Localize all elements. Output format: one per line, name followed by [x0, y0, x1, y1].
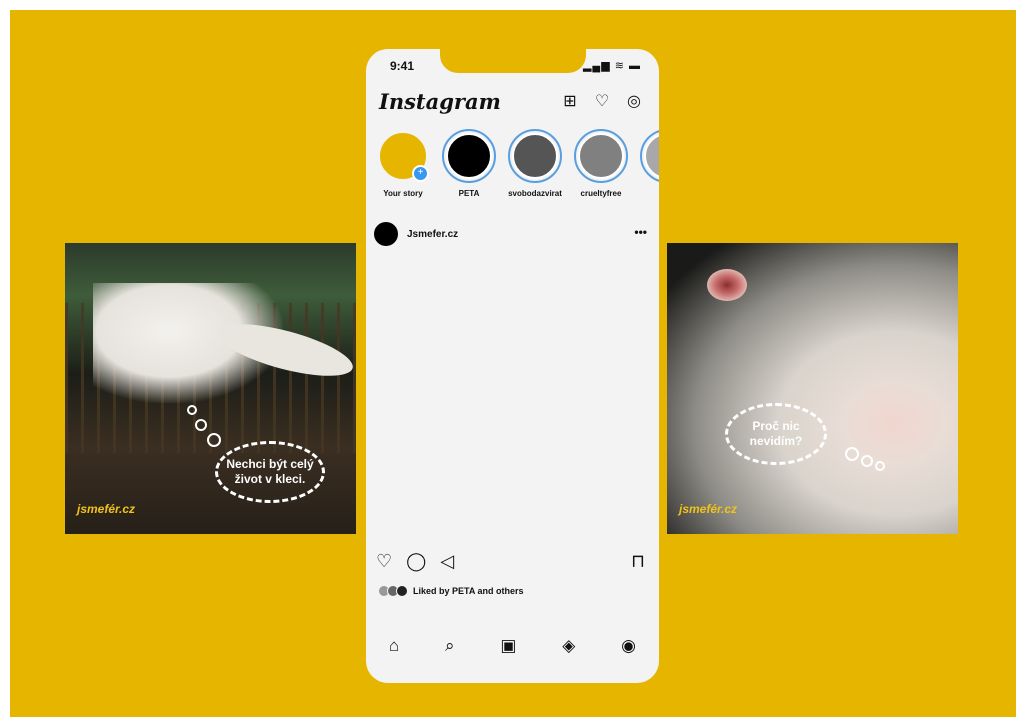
share-icon[interactable]: ◁	[440, 551, 454, 572]
rabbit-eye	[707, 269, 747, 301]
liked-by[interactable]: Liked by PETA and others	[378, 585, 524, 597]
messenger-icon[interactable]: ◎	[624, 91, 644, 111]
profile-icon[interactable]: ◉	[621, 636, 636, 656]
left-post-image: Nechci být celý život v kleci. jsmefér.c…	[65, 243, 356, 534]
search-icon[interactable]: ⌕	[445, 636, 455, 656]
home-icon[interactable]: ⌂	[389, 636, 399, 656]
story-avatar	[442, 129, 496, 183]
bottom-tab-bar: ⌂ ⌕ ▣ ◈ ◉	[366, 631, 659, 661]
story-peta[interactable]: PETA	[442, 129, 496, 198]
story-hcs[interactable]: HCS	[640, 129, 659, 198]
right-post-image: Proč nic nevidím? jsmefér.cz	[667, 243, 958, 534]
thought-dot	[861, 455, 873, 467]
thought-dot	[875, 461, 885, 471]
brand-watermark: jsmefér.cz	[77, 502, 136, 516]
post-header: Jsmefer.cz	[374, 222, 458, 246]
brand-watermark: jsmefér.cz	[679, 502, 738, 516]
story-label: crueltyfree	[580, 189, 622, 198]
like-icon[interactable]: ♡	[376, 551, 392, 572]
story-label: PETA	[458, 189, 480, 198]
heart-icon[interactable]: ♡	[592, 91, 612, 111]
more-options-icon[interactable]: •••	[634, 225, 647, 239]
thought-dot	[207, 433, 221, 447]
comment-icon[interactable]: ◯	[406, 551, 426, 572]
post-username[interactable]: Jsmefer.cz	[407, 229, 458, 240]
avatar[interactable]	[374, 222, 398, 246]
status-icons: ▂▄▆ ≋ ▬	[582, 60, 641, 72]
liker-avatar	[396, 585, 408, 597]
new-post-icon[interactable]: ⊞	[560, 91, 580, 111]
speech-bubble: Proč nic nevidím?	[725, 403, 827, 465]
post-actions: ♡ ◯ ◁	[376, 551, 454, 572]
thought-dot	[845, 447, 859, 461]
story-avatar	[640, 129, 659, 183]
story-label: Your story	[383, 189, 423, 198]
story-label: svobodazvirat	[508, 189, 562, 198]
reels-icon[interactable]: ▣	[500, 636, 516, 656]
story-crueltyfree[interactable]: crueltyfree	[574, 129, 628, 198]
story-label: HCS	[640, 189, 660, 198]
shop-icon[interactable]: ◈	[562, 636, 575, 656]
status-time: 9:41	[390, 59, 415, 73]
story-avatar	[574, 129, 628, 183]
phone-notch	[440, 49, 586, 73]
bookmark-icon[interactable]: ⊓	[631, 551, 645, 572]
story-avatar	[508, 129, 562, 183]
add-story-icon[interactable]: +	[412, 165, 429, 182]
thought-dot	[187, 405, 197, 415]
story-svobodazvirat[interactable]: svobodazvirat	[508, 129, 562, 198]
phone-mockup: 9:41 ▂▄▆ ≋ ▬ Instagram ⊞ ♡ ◎ + Your stor…	[366, 49, 659, 683]
story-your-story[interactable]: + Your story	[376, 129, 430, 198]
liked-by-text: Liked by PETA and others	[413, 586, 524, 596]
speech-bubble: Nechci být celý život v kleci.	[215, 441, 325, 503]
instagram-logo[interactable]: Instagram	[379, 89, 501, 114]
thought-dot	[195, 419, 207, 431]
